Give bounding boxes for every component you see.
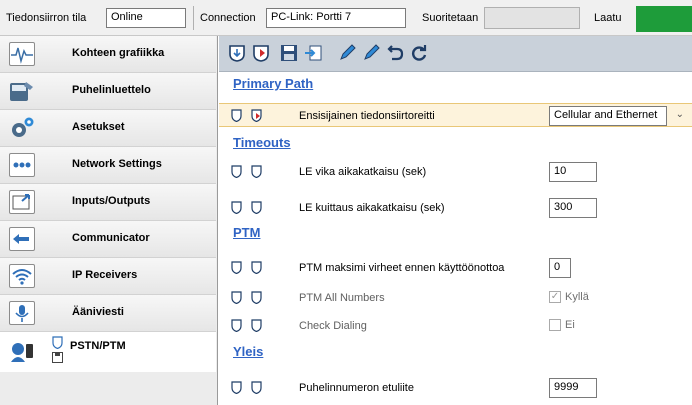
shield-icon xyxy=(231,319,242,332)
sidebar-item-pstn-ptm[interactable]: PSTN/PTM xyxy=(0,332,216,372)
shield-icon xyxy=(231,291,242,304)
gears-icon xyxy=(9,116,35,140)
row-label: Puhelinnumeron etuliite xyxy=(299,382,414,394)
inputs-outputs-icon xyxy=(9,190,35,214)
primary-path-select[interactable]: Cellular and Ethernet ⌄ xyxy=(549,106,684,126)
save-small-icon xyxy=(52,352,63,366)
running-indicator xyxy=(484,7,580,29)
shield-red-icon xyxy=(251,109,262,122)
ptm-max-errors-input[interactable]: 0 xyxy=(549,258,571,278)
sidebar-item-label: PSTN/PTM xyxy=(70,340,126,352)
sidebar-item-ip-receivers[interactable]: IP Receivers xyxy=(0,258,216,295)
sidebar-item-label: Communicator xyxy=(72,232,150,244)
connection-field: PC-Link: Portti 7 xyxy=(266,8,406,28)
shield-icon xyxy=(231,381,242,394)
refresh-icon[interactable] xyxy=(409,44,429,64)
sidebar-item-network-settings[interactable]: Network Settings xyxy=(0,147,216,184)
microphone-icon xyxy=(9,301,35,325)
row-label: Ensisijainen tiedonsiirtoreitti xyxy=(299,110,435,122)
sidebar-item-label: Network Settings xyxy=(72,158,162,170)
shield-red-icon[interactable] xyxy=(251,44,271,64)
shield-icon xyxy=(251,201,262,214)
sidebar: Kohteen grafiikka Puhelinluettelo Asetuk… xyxy=(0,36,218,405)
table-row: PTM maksimi virheet ennen käyttöönottoa … xyxy=(219,256,692,280)
sidebar-item-communicator[interactable]: Communicator xyxy=(0,221,216,258)
section-ptm: PTM xyxy=(233,225,261,240)
sidebar-item-label: Kohteen grafiikka xyxy=(72,47,165,59)
settings-panel: Primary Path Ensisijainen tiedonsiirtore… xyxy=(219,72,692,405)
running-label: Suoritetaan xyxy=(422,12,479,24)
table-row: Check Dialing Ei xyxy=(219,314,692,338)
toolbar xyxy=(219,36,692,72)
save-icon[interactable] xyxy=(279,44,299,64)
sidebar-item-inputs-outputs[interactable]: Inputs/Outputs xyxy=(0,184,216,221)
chevron-down-icon[interactable]: ⌄ xyxy=(676,109,684,120)
sidebar-item-label: Puhelinluettelo xyxy=(72,84,151,96)
shield-icon xyxy=(251,261,262,274)
shield-icon xyxy=(251,291,262,304)
table-row: LE kuittaus aikakatkaisu (sek) 300 xyxy=(219,196,692,220)
table-row[interactable]: Ensisijainen tiedonsiirtoreitti Cellular… xyxy=(219,103,692,127)
sidebar-item-kohteen-grafiikka[interactable]: Kohteen grafiikka xyxy=(0,36,216,73)
signal-graph-icon xyxy=(9,42,35,66)
row-label: PTM maksimi virheet ennen käyttöönottoa xyxy=(299,262,505,274)
row-label: LE vika aikakatkaisu (sek) xyxy=(299,166,427,178)
sidebar-item-label: IP Receivers xyxy=(72,269,138,281)
status-bar: Tiedonsiirron tila Online Connection PC-… xyxy=(0,0,692,36)
sidebar-item-label: Asetukset xyxy=(72,121,125,133)
phone-prefix-input[interactable]: 9999 xyxy=(549,378,597,398)
separator xyxy=(193,6,194,30)
shield-icon xyxy=(251,319,262,332)
shield-icon xyxy=(52,336,63,352)
pstn-icon xyxy=(9,340,35,364)
shield-icon xyxy=(251,381,262,394)
row-label: LE kuittaus aikakatkaisu (sek) xyxy=(299,202,445,214)
wifi-icon xyxy=(9,264,35,288)
select-value: Cellular and Ethernet xyxy=(554,109,658,121)
section-yleis: Yleis xyxy=(233,344,264,359)
section-timeouts: Timeouts xyxy=(233,135,291,150)
quality-indicator xyxy=(636,6,692,32)
section-primary-path: Primary Path xyxy=(233,76,314,91)
checkbox-label: Kyllä xyxy=(565,291,589,303)
undo-icon[interactable] xyxy=(385,44,405,64)
table-row: Puhelinnumeron etuliite 9999 xyxy=(219,376,692,400)
shield-icon xyxy=(251,165,262,178)
communicator-icon xyxy=(9,227,35,251)
import-icon[interactable] xyxy=(303,44,323,64)
sidebar-item-aaniviesti[interactable]: Ääniviesti xyxy=(0,295,216,332)
tx-state-field: Online xyxy=(106,8,186,28)
table-row: PTM All Numbers ✓ Kyllä xyxy=(219,286,692,310)
shield-down-icon[interactable] xyxy=(227,44,247,64)
tx-state-label: Tiedonsiirron tila xyxy=(6,12,87,24)
sidebar-item-label: Inputs/Outputs xyxy=(72,195,151,207)
pencil-blue-2-icon[interactable] xyxy=(361,44,381,64)
table-row: LE vika aikakatkaisu (sek) 10 xyxy=(219,160,692,184)
shield-icon xyxy=(231,201,242,214)
connection-label: Connection xyxy=(200,12,256,24)
pencil-blue-icon[interactable] xyxy=(337,44,357,64)
row-label: Check Dialing xyxy=(299,320,367,332)
sidebar-item-puhelinluettelo[interactable]: Puhelinluettelo xyxy=(0,73,216,110)
row-label: PTM All Numbers xyxy=(299,292,385,304)
le-ack-timeout-input[interactable]: 300 xyxy=(549,198,597,218)
phonebook-icon xyxy=(9,79,35,103)
sidebar-item-asetukset[interactable]: Asetukset xyxy=(0,110,216,147)
checkbox-label: Ei xyxy=(565,319,575,331)
le-fault-timeout-input[interactable]: 10 xyxy=(549,162,597,182)
check-dialing-checkbox[interactable] xyxy=(549,319,561,331)
shield-icon xyxy=(231,165,242,178)
shield-icon xyxy=(231,261,242,274)
network-dots-icon xyxy=(9,153,35,177)
quality-label: Laatu xyxy=(594,12,622,24)
sidebar-item-label: Ääniviesti xyxy=(72,306,124,318)
ptm-all-numbers-checkbox[interactable]: ✓ xyxy=(549,291,561,303)
shield-icon xyxy=(231,109,242,122)
